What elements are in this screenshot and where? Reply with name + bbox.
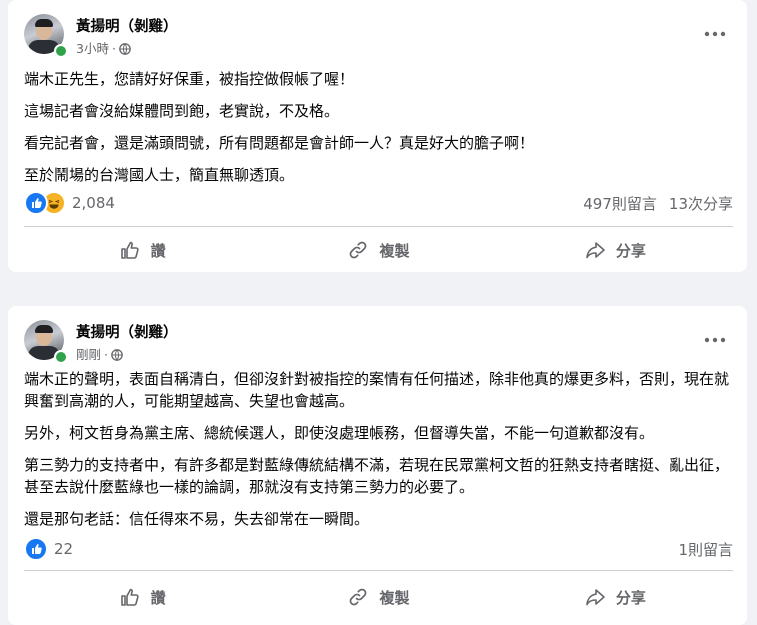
post-header: 黃揚明（剝雞） 剛剛 ·	[24, 320, 733, 364]
author-name[interactable]: 黃揚明（剝雞）	[76, 15, 178, 36]
post-paragraph: 這場記者會沒給媒體問到飽，老實說，不及格。	[24, 102, 340, 120]
engagement-counts: 497則留言 13次分享	[583, 193, 733, 214]
like-button[interactable]: 讚	[24, 579, 260, 615]
reactions-summary[interactable]: 22	[24, 537, 74, 561]
reaction-count: 22	[54, 540, 74, 558]
share-count-link[interactable]: 13次分享	[669, 195, 733, 213]
post-meta: 剛剛 ·	[76, 344, 123, 363]
globe-icon[interactable]	[111, 347, 123, 362]
post-paragraph: 端木正先生，您請好好保重，被指控做假帳了喔！	[24, 70, 355, 88]
post-stats: 2,084 497則留言 13次分享	[24, 191, 733, 216]
like-reaction-icon	[24, 537, 48, 561]
copy-link-button[interactable]: 複製	[260, 232, 496, 268]
post-card: 黃揚明（剝雞） 剛剛 · 端木正的聲明，表面自稱清白，但卻沒針對被指控的案情有任何…	[8, 306, 747, 625]
reaction-count: 2,084	[72, 194, 115, 212]
post-paragraph: 至於鬧場的台灣國人士，簡直無聊透頂。	[24, 166, 295, 184]
share-button[interactable]: 分享	[497, 232, 733, 268]
online-status-dot	[54, 44, 68, 58]
share-arrow-icon	[586, 589, 605, 606]
copy-link-button[interactable]: 複製	[260, 579, 496, 615]
post-paragraph: 第三勢力的支持者中，有許多都是對藍綠傳統結構不滿，若現在民眾黨柯文哲的狂熱支持者…	[24, 456, 730, 496]
share-label: 分享	[615, 588, 646, 607]
copy-label: 複製	[379, 588, 410, 607]
post-paragraph: 還是那句老話：信任得來不易，失去卻常在一瞬間。	[24, 510, 370, 528]
post-stats: 22 1則留言	[24, 537, 733, 562]
thumbs-up-icon	[120, 241, 139, 259]
post-timestamp[interactable]: 剛剛	[76, 347, 101, 362]
post-body: 端木正先生，您請好好保重，被指控做假帳了喔！ 這場記者會沒給媒體問到飽，老實說，…	[24, 68, 733, 196]
more-options-icon[interactable]	[703, 26, 727, 40]
author-name[interactable]: 黃揚明（剝雞）	[76, 321, 178, 342]
post-card: 黃揚明（剝雞） 3小時 · 端木正先生，您請好好保重，被指控做假帳了喔！ 這場記者…	[8, 0, 747, 272]
divider	[24, 226, 733, 227]
share-label: 分享	[615, 241, 646, 260]
post-meta: 3小時 ·	[76, 38, 131, 57]
post-paragraph: 另外，柯文哲身為黨主席、總統候選人，即使沒處理帳務，但督導失當，不能一句道歉都沒…	[24, 424, 655, 442]
meta-separator: ·	[104, 347, 108, 362]
share-button[interactable]: 分享	[497, 579, 733, 615]
comment-count-link[interactable]: 1則留言	[678, 541, 733, 559]
more-options-icon[interactable]	[703, 332, 727, 346]
reactions-summary[interactable]: 2,084	[24, 191, 115, 215]
thumbs-up-icon	[120, 588, 139, 606]
online-status-dot	[54, 350, 68, 364]
link-icon	[350, 588, 367, 606]
action-bar: 讚 複製 分享	[24, 232, 733, 268]
post-paragraph: 看完記者會，還是滿頭問號，所有問題都是會計師一人？真是好大的膽子啊！	[24, 134, 535, 152]
action-bar: 讚 複製 分享	[24, 579, 733, 615]
engagement-counts: 1則留言	[678, 539, 733, 560]
post-timestamp[interactable]: 3小時	[76, 41, 109, 56]
like-label: 讚	[150, 241, 166, 260]
link-icon	[350, 241, 367, 259]
globe-icon[interactable]	[119, 41, 131, 56]
like-button[interactable]: 讚	[24, 232, 260, 268]
share-arrow-icon	[586, 242, 605, 259]
comment-count-link[interactable]: 497則留言	[583, 195, 657, 213]
post-body: 端木正的聲明，表面自稱清白，但卻沒針對被指控的案情有任何描述，除非他真的爆更多料…	[24, 368, 733, 540]
meta-separator: ·	[111, 41, 116, 56]
post-paragraph: 端木正的聲明，表面自稱清白，但卻沒針對被指控的案情有任何描述，除非他真的爆更多料…	[24, 370, 730, 410]
post-header: 黃揚明（剝雞） 3小時 ·	[24, 14, 733, 58]
divider	[24, 570, 733, 571]
like-reaction-icon	[24, 191, 48, 215]
copy-label: 複製	[379, 241, 410, 260]
like-label: 讚	[150, 588, 166, 607]
